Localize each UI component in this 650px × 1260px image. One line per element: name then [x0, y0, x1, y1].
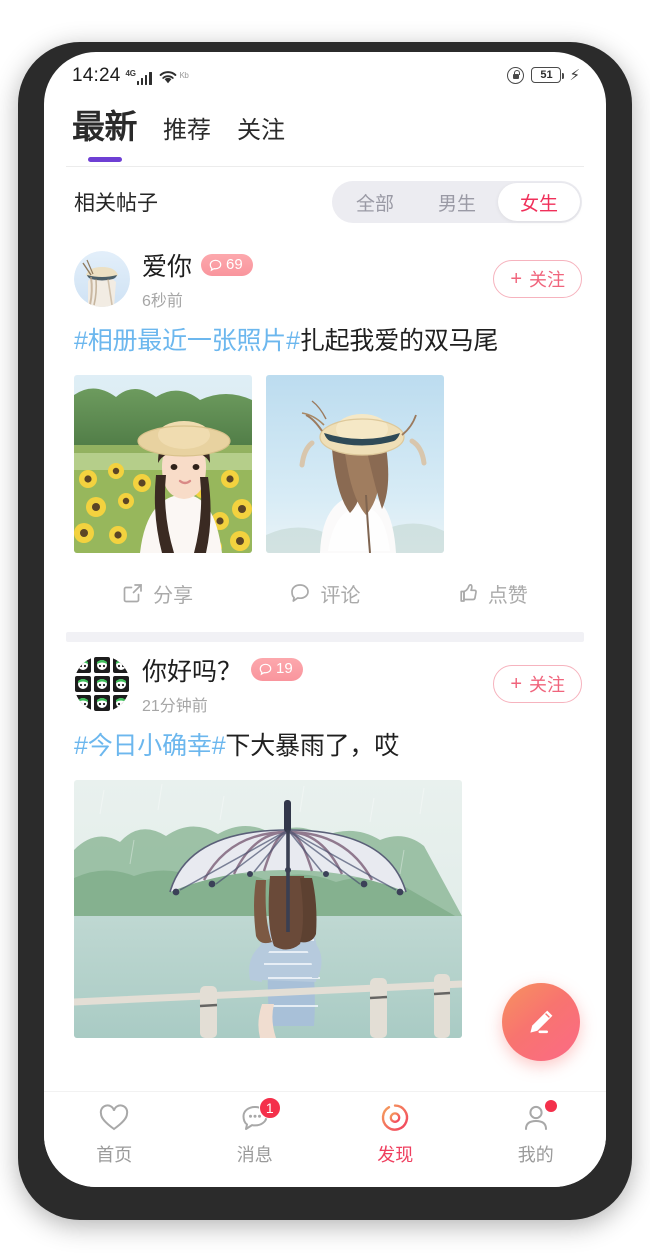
comment-button[interactable]: 评论 — [241, 579, 408, 608]
post-meta: 你好吗？ 19 21分钟前 — [142, 652, 493, 716]
post-name-line: 你好吗？ 19 — [142, 652, 493, 688]
heart-icon — [97, 1102, 131, 1134]
post-action-bar: 分享 评论 点赞 — [44, 557, 606, 626]
share-button[interactable]: 分享 — [74, 579, 241, 608]
follow-button-label: 关注 — [529, 270, 565, 290]
nav-item-profile-label: 我的 — [517, 1145, 554, 1165]
share-icon — [123, 584, 143, 603]
filter-option-all[interactable]: 全部 — [334, 183, 416, 221]
like-button[interactable]: 点赞 — [409, 579, 576, 608]
network-type-label: 4G — [125, 68, 136, 78]
message-unread-badge: 1 — [258, 1097, 281, 1119]
post-item: 爱你 69 6秒前 + 关注 #相册最近一张照片#扎起我爱的双马尾 分享 评论 … — [44, 237, 606, 630]
post-body-copy: 扎起我爱的双马尾 — [299, 327, 499, 355]
status-bar-left: 14:24 4G Kb — [72, 64, 189, 86]
filter-option-female-label: 女生 — [519, 193, 558, 215]
post-photo[interactable] — [74, 779, 462, 1038]
wifi-icon: Kb — [157, 68, 189, 85]
comment-count-value: 19 — [276, 660, 293, 678]
signal-icon: 4G — [125, 68, 152, 85]
signal-bars-icon — [136, 71, 152, 85]
post-photo[interactable] — [266, 374, 444, 553]
tab-active-underline — [87, 157, 122, 162]
post-body-copy: 下大暴雨了，哎 — [225, 731, 400, 760]
follow-button[interactable]: + 关注 — [493, 260, 582, 298]
post-timestamp: 21分钟前 — [142, 697, 208, 715]
post-divider — [66, 631, 584, 642]
nav-item-home[interactable]: 首页 — [44, 1102, 185, 1167]
tab-latest-label: 最新 — [72, 108, 138, 145]
post-body-text: #今日小确幸#下大暴雨了，哎 — [44, 722, 606, 774]
filter-option-male-label: 男生 — [437, 193, 476, 215]
lock-icon — [507, 66, 525, 84]
post-hashtag[interactable]: #相册最近一张照片# — [74, 327, 300, 355]
filter-option-male[interactable]: 男生 — [416, 183, 498, 221]
gender-filter-segmented-control: 全部 男生 女生 — [331, 181, 582, 223]
like-button-label: 点赞 — [487, 584, 528, 607]
tab-recommend[interactable]: 推荐 — [163, 110, 211, 163]
post-name-line: 爱你 69 — [142, 247, 493, 283]
post-header: 爱你 69 6秒前 + 关注 — [44, 237, 606, 317]
comment-button-label: 评论 — [320, 584, 361, 607]
filter-section-title: 相关帖子 — [74, 192, 158, 215]
comment-count-value: 69 — [226, 255, 243, 273]
bottom-navigation-bar: 首页 1 消息 发现 我的 — [44, 1091, 606, 1187]
status-bar-right: 51 ⚡ — [507, 66, 580, 84]
nav-item-profile[interactable]: 我的 — [466, 1100, 607, 1167]
post-body-text: #相册最近一张照片#扎起我爱的双马尾 — [44, 317, 606, 369]
post-item: 你好吗？ 19 21分钟前 + 关注 #今日小确幸#下大暴雨了，哎 — [44, 642, 606, 1046]
nav-item-discover[interactable]: 发现 — [325, 1102, 466, 1167]
tab-recommend-label: 推荐 — [163, 117, 211, 144]
post-hashtag[interactable]: #今日小确幸# — [74, 732, 226, 760]
share-button-label: 分享 — [153, 584, 194, 607]
post-username[interactable]: 爱你 — [142, 247, 192, 283]
filter-option-all-label: 全部 — [355, 193, 394, 215]
person-icon — [519, 1100, 557, 1134]
battery-icon: 51 — [531, 67, 565, 83]
status-bar: 14:24 4G Kb 51 ⚡ — [44, 52, 606, 92]
follow-button[interactable]: + 关注 — [493, 664, 582, 703]
post-photo[interactable] — [74, 374, 252, 553]
post-header: 你好吗？ 19 21分钟前 + 关注 — [44, 642, 606, 722]
nav-item-messages[interactable]: 1 消息 — [185, 1097, 326, 1167]
compose-post-fab[interactable] — [502, 983, 580, 1061]
status-time: 14:24 — [72, 64, 121, 86]
plus-icon: + — [510, 268, 522, 290]
comment-bubble-icon — [291, 584, 310, 603]
comment-count-badge: 69 — [201, 253, 253, 277]
comment-bubble-icon — [259, 663, 272, 676]
post-username[interactable]: 你好吗？ — [142, 652, 242, 688]
follow-button-label: 关注 — [529, 674, 565, 695]
post-meta: 爱你 69 6秒前 — [142, 247, 493, 311]
message-bubble-icon: 1 — [238, 1097, 281, 1134]
battery-level: 51 — [540, 68, 553, 81]
tab-following[interactable]: 关注 — [237, 110, 285, 163]
post-timestamp: 6秒前 — [142, 293, 183, 310]
thumbs-up-icon — [460, 584, 477, 603]
top-tab-bar: 最新 推荐 关注 — [44, 92, 606, 166]
avatar[interactable] — [74, 655, 130, 712]
post-feed[interactable]: 爱你 69 6秒前 + 关注 #相册最近一张照片#扎起我爱的双马尾 分享 评论 … — [44, 237, 606, 1091]
tab-following-label: 关注 — [237, 117, 285, 144]
profile-notification-dot — [544, 1100, 557, 1112]
discover-ring-icon — [378, 1102, 412, 1134]
comment-bubble-icon — [209, 259, 222, 271]
nav-item-discover-label: 发现 — [377, 1145, 414, 1165]
avatar[interactable] — [74, 251, 130, 307]
edit-pencil-icon — [530, 1010, 553, 1034]
carrier-label: Kb — [179, 70, 189, 80]
nav-item-home-label: 首页 — [96, 1145, 133, 1165]
nav-item-messages-label: 消息 — [236, 1145, 273, 1165]
charging-bolt-icon: ⚡ — [569, 66, 580, 84]
filter-row: 相关帖子 全部 男生 女生 — [44, 167, 606, 235]
tab-latest[interactable]: 最新 — [72, 100, 138, 166]
filter-option-female[interactable]: 女生 — [497, 183, 580, 221]
post-photo-row — [44, 369, 606, 557]
comment-count-badge: 19 — [251, 658, 303, 682]
phone-frame: 14:24 4G Kb 51 ⚡ 最新 推荐 关注 相关帖子 全部 男生 女生 … — [18, 42, 632, 1220]
plus-icon: + — [510, 672, 522, 695]
phone-screen: 14:24 4G Kb 51 ⚡ 最新 推荐 关注 相关帖子 全部 男生 女生 … — [44, 52, 606, 1187]
